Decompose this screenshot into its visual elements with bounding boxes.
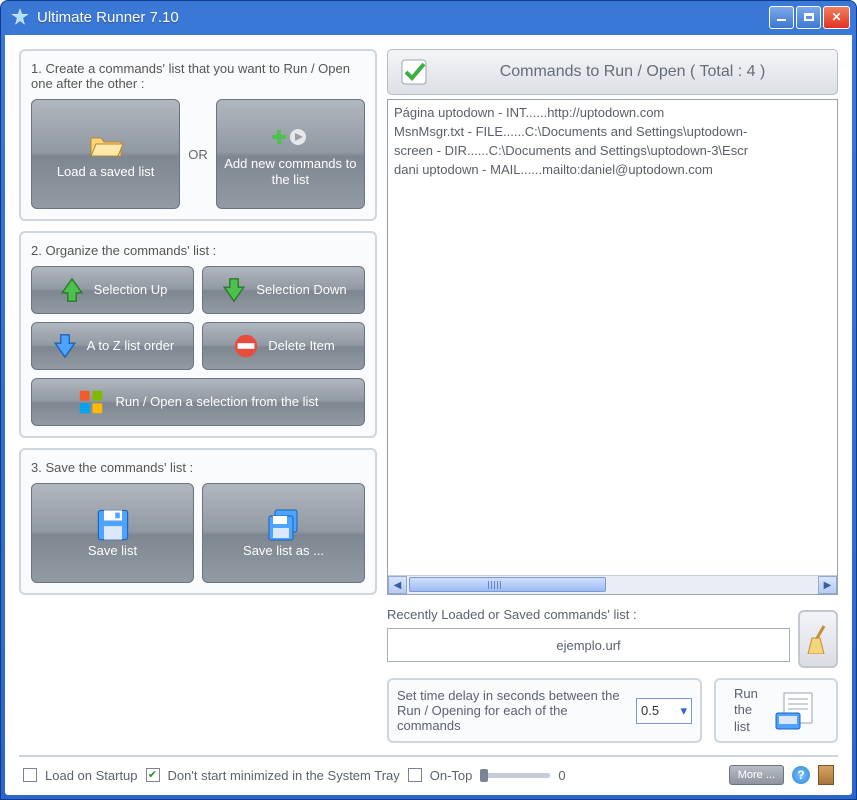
save-list-button[interactable]: Save list	[31, 483, 194, 583]
command-item[interactable]: MsnMsgr.txt - FILE......C:\Documents and…	[394, 123, 831, 142]
button-label: Selection Up	[94, 282, 168, 298]
scroll-right-arrow[interactable]: ▶	[818, 576, 837, 594]
windows-flag-icon	[77, 388, 105, 416]
commands-header: Commands to Run / Open ( Total : 4 )	[387, 49, 838, 95]
step3-title: 3. Save the commands' list :	[31, 460, 365, 475]
horizontal-scrollbar[interactable]: ◀ ▶	[388, 575, 837, 594]
add-new-commands-button[interactable]: Add new commands to the list	[216, 99, 365, 209]
load-saved-list-button[interactable]: Load a saved list	[31, 99, 180, 209]
or-label: OR	[188, 147, 208, 162]
button-label: Run the list	[734, 686, 768, 735]
titlebar[interactable]: Ultimate Runner 7.10	[1, 1, 856, 33]
clear-recent-button[interactable]	[798, 610, 838, 668]
more-button[interactable]: More ...	[729, 765, 784, 785]
maximize-button[interactable]	[796, 6, 821, 29]
opacity-value: 0	[558, 768, 565, 783]
on-top-checkbox[interactable]	[408, 768, 422, 782]
app-icon	[11, 8, 29, 26]
button-label: Delete Item	[268, 338, 334, 354]
broom-icon	[806, 624, 830, 654]
chevron-down-icon: ▾	[680, 703, 687, 719]
selection-down-button[interactable]: Selection Down	[202, 266, 365, 314]
app-window: Ultimate Runner 7.10 1. Create a command…	[0, 0, 857, 800]
button-label: Selection Down	[256, 282, 346, 298]
client-area: 1. Create a commands' list that you want…	[5, 35, 852, 795]
run-selection-button[interactable]: Run / Open a selection from the list	[31, 378, 365, 426]
step2-group: 2. Organize the commands' list : Selecti…	[19, 231, 377, 438]
button-label: Run / Open a selection from the list	[115, 394, 318, 410]
window-title: Ultimate Runner 7.10	[37, 9, 769, 26]
button-label: Save list as ...	[243, 543, 324, 559]
arrow-up-icon	[58, 276, 86, 304]
command-item[interactable]: Página uptodown - INT......http://uptodo…	[394, 104, 831, 123]
scroll-track[interactable]	[407, 576, 818, 594]
delay-group: Set time delay in seconds between the Ru…	[387, 678, 702, 743]
delete-item-button[interactable]: Delete Item	[202, 322, 365, 370]
command-item[interactable]: screen - DIR......C:\Documents and Setti…	[394, 142, 831, 161]
arrow-down-icon	[220, 276, 248, 304]
sort-a-to-z-button[interactable]: A to Z list order	[31, 322, 194, 370]
load-on-startup-checkbox[interactable]	[23, 768, 37, 782]
no-entry-icon	[232, 332, 260, 360]
scroll-left-arrow[interactable]: ◀	[388, 576, 407, 594]
command-item[interactable]: dani uptodown - MAIL......mailto:daniel@…	[394, 161, 831, 180]
footer-bar: Load on Startup Don't start minimized in…	[19, 755, 838, 795]
floppy-disks-icon	[266, 507, 302, 543]
no-minimize-tray-label: Don't start minimized in the System Tray	[168, 768, 400, 783]
help-icon[interactable]: ?	[792, 766, 810, 784]
step1-title: 1. Create a commands' list that you want…	[31, 61, 365, 91]
recent-label: Recently Loaded or Saved commands' list …	[387, 607, 838, 622]
opacity-slider[interactable]	[480, 773, 550, 778]
selection-up-button[interactable]: Selection Up	[31, 266, 194, 314]
button-label: Save list	[88, 543, 137, 559]
exit-icon[interactable]	[818, 765, 834, 785]
plus-play-icon	[272, 120, 308, 156]
recent-file-field[interactable]: ejemplo.urf	[387, 628, 790, 662]
delay-text: Set time delay in seconds between the Ru…	[397, 688, 626, 733]
floppy-disk-icon	[95, 507, 131, 543]
step3-group: 3. Save the commands' list : Save list S…	[19, 448, 377, 595]
folder-open-icon	[88, 128, 124, 164]
button-label: Add new commands to the list	[223, 156, 358, 189]
run-list-button[interactable]: Run the list	[714, 678, 838, 743]
delay-value: 0.5	[641, 703, 659, 718]
save-list-as-button[interactable]: Save list as ...	[202, 483, 365, 583]
close-button[interactable]	[823, 6, 850, 29]
step2-title: 2. Organize the commands' list :	[31, 243, 365, 258]
minimize-button[interactable]	[769, 6, 794, 29]
button-label: Load a saved list	[57, 164, 155, 180]
commands-header-text: Commands to Run / Open ( Total : 4 )	[438, 63, 827, 81]
scroll-thumb[interactable]	[409, 577, 606, 592]
run-list-icon	[774, 691, 818, 731]
no-minimize-tray-checkbox[interactable]	[146, 768, 160, 782]
delay-select[interactable]: 0.5 ▾	[636, 698, 692, 724]
step1-group: 1. Create a commands' list that you want…	[19, 49, 377, 221]
commands-list[interactable]: Página uptodown - INT......http://uptodo…	[387, 99, 838, 595]
load-on-startup-label: Load on Startup	[45, 768, 138, 783]
checklist-icon	[398, 56, 430, 88]
arrow-down-blue-icon	[51, 332, 79, 360]
on-top-label: On-Top	[430, 768, 473, 783]
button-label: A to Z list order	[87, 338, 174, 354]
